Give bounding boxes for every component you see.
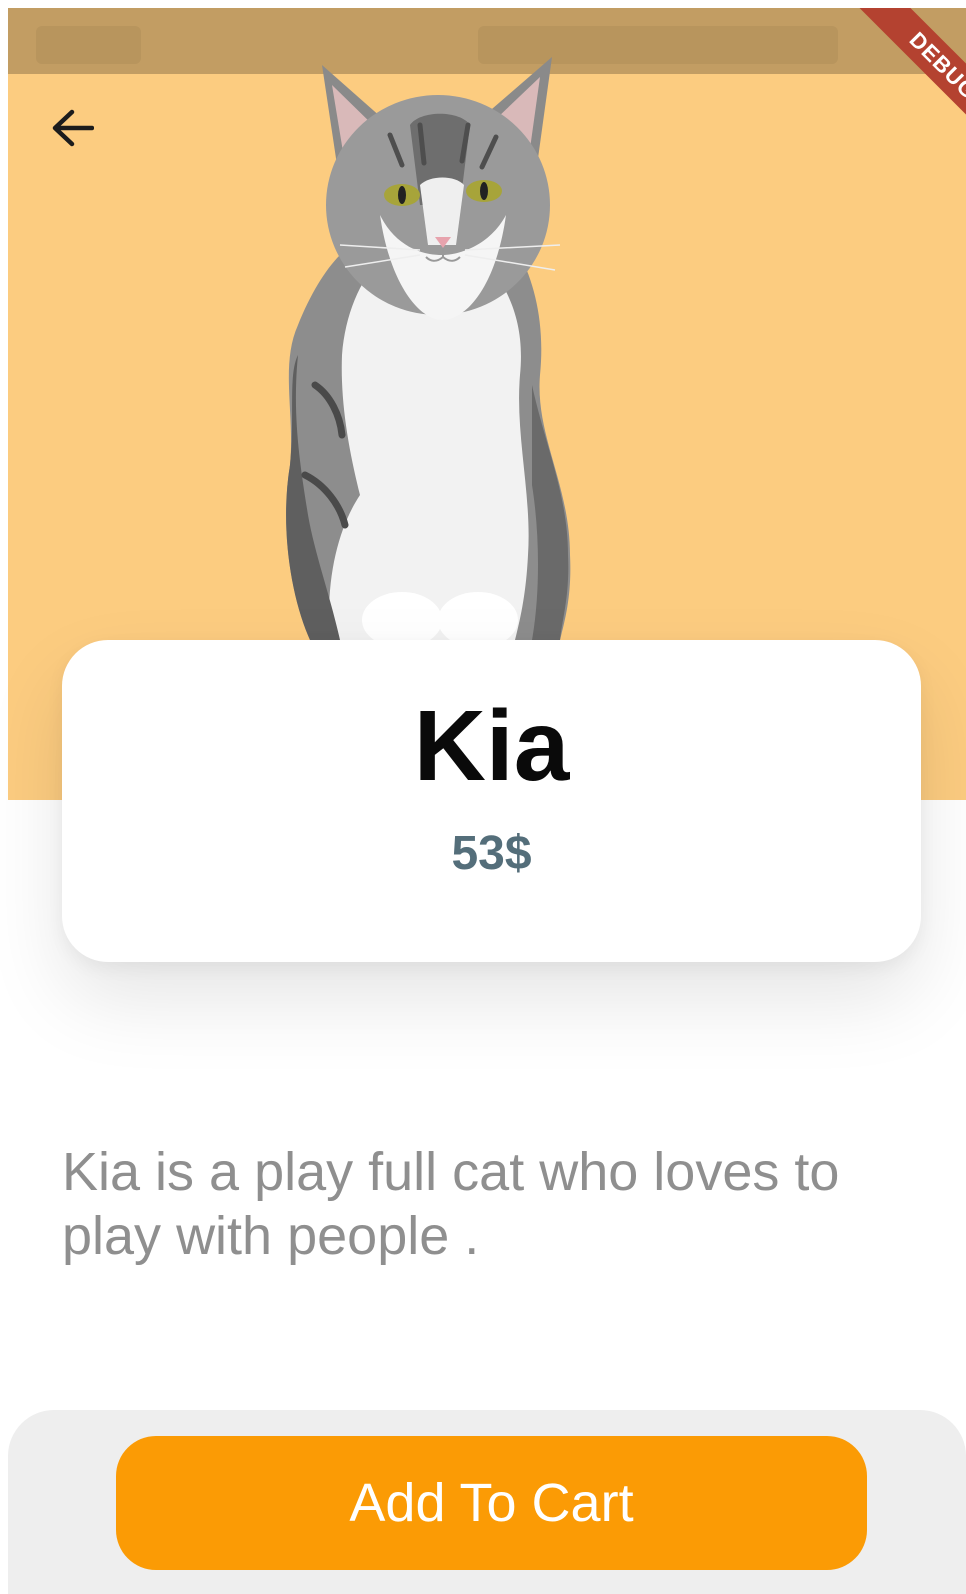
pet-info-card: Kia 53$ bbox=[62, 640, 921, 962]
cat-image bbox=[286, 57, 571, 640]
status-icons-left bbox=[36, 26, 141, 64]
pet-price: 53$ bbox=[451, 827, 532, 880]
add-to-cart-button[interactable]: Add To Cart bbox=[116, 1436, 867, 1570]
pet-description: Kia is a play full cat who loves to play… bbox=[62, 1142, 840, 1266]
arrow-left-icon bbox=[52, 109, 94, 147]
pet-detail-screen: DEBUG Kia 53$ Kia is a play full cat who… bbox=[0, 0, 966, 1594]
pet-name: Kia bbox=[413, 690, 570, 802]
back-button[interactable] bbox=[40, 96, 104, 160]
